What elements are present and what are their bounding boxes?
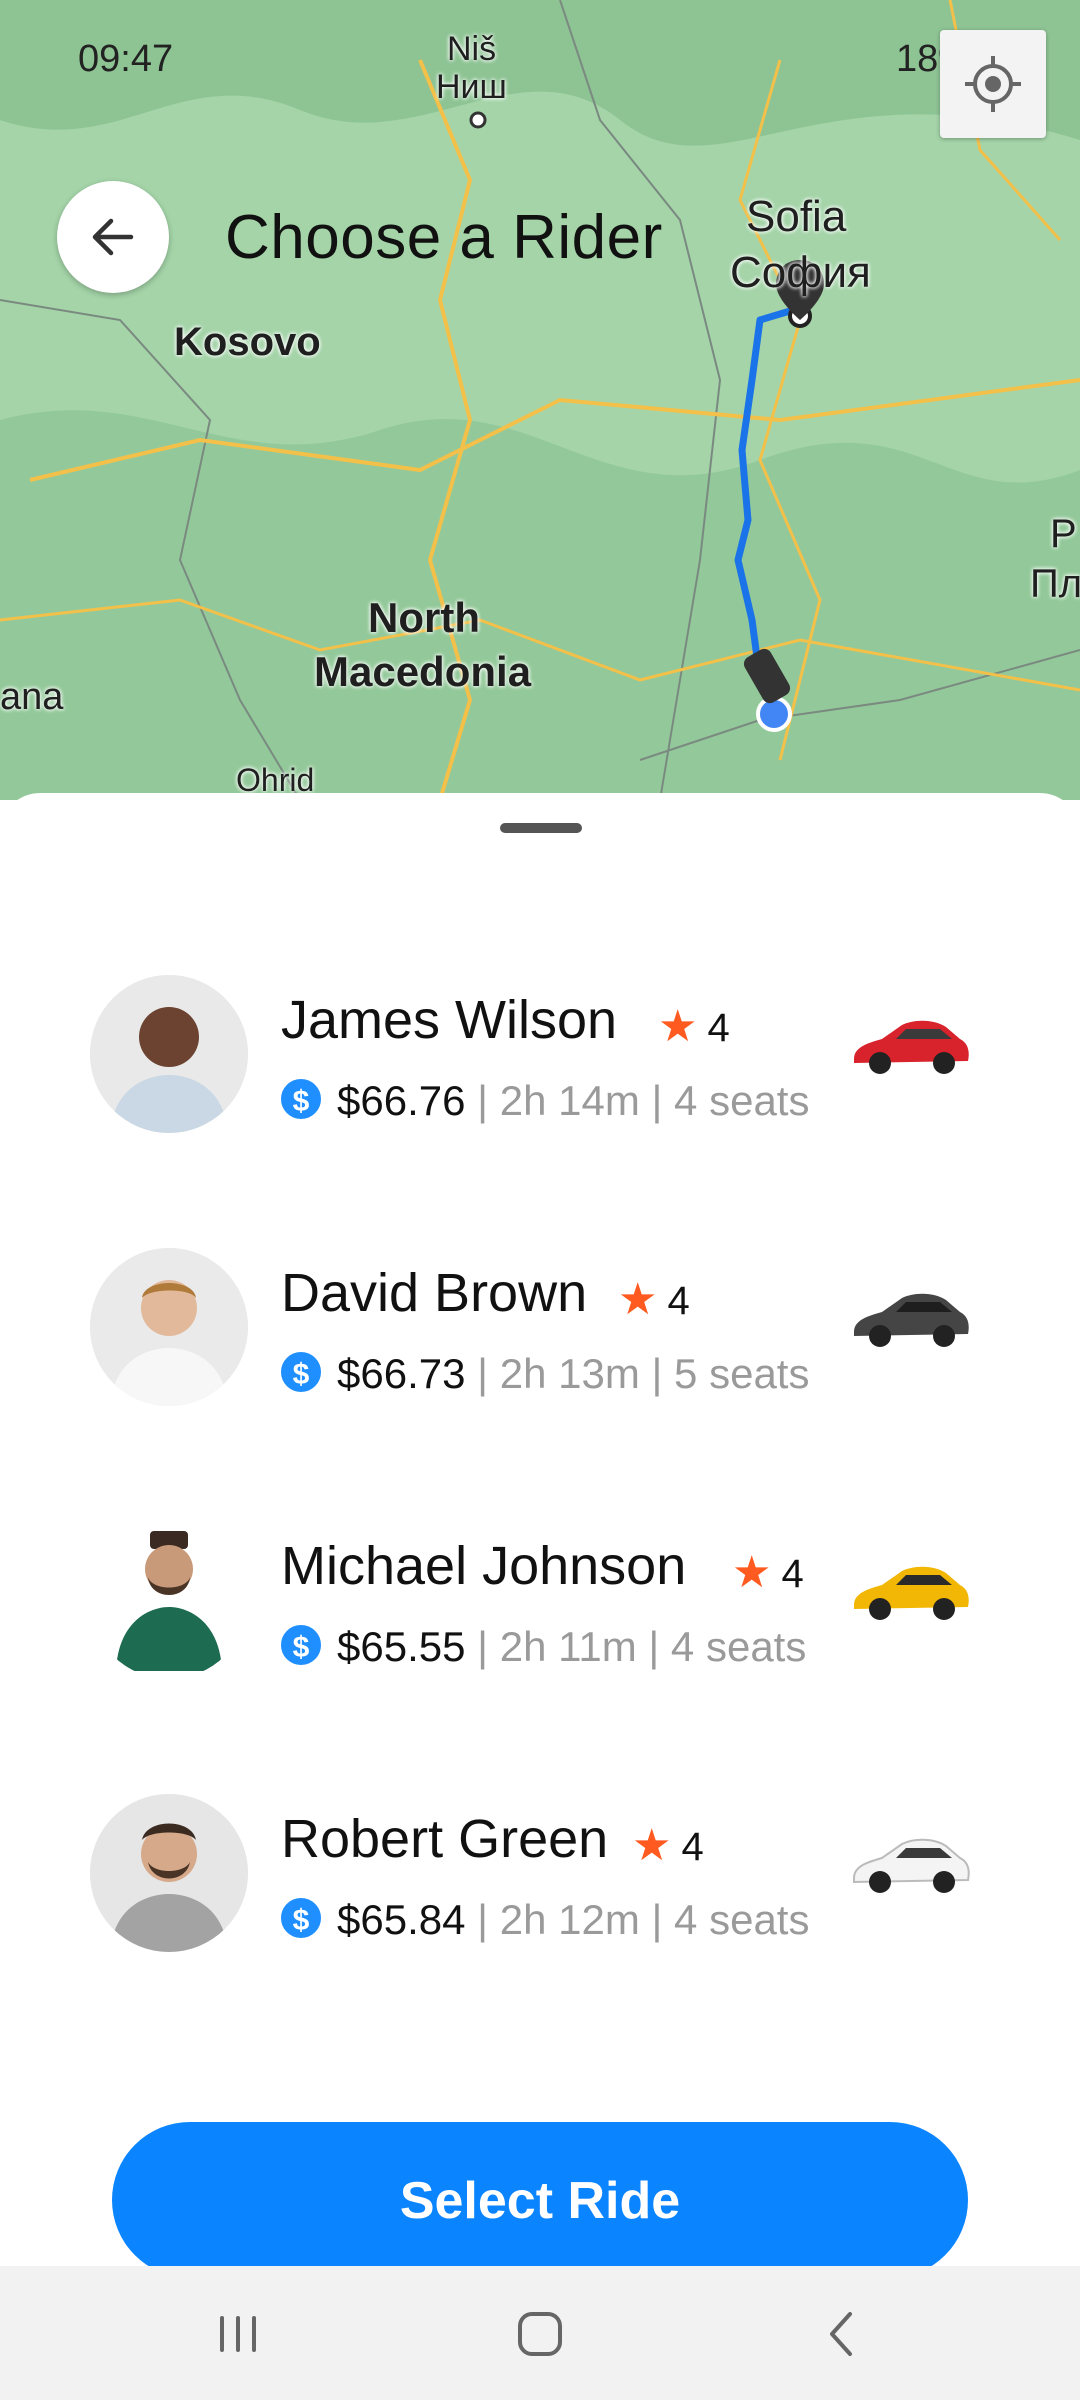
ride-info: $ $66.73 | 2h 13m | 5 seats — [281, 1350, 809, 1398]
rating-value: 4 — [667, 1279, 690, 1323]
rider-rating: ★ 4 — [618, 1274, 690, 1325]
ride-price: $66.73 — [337, 1350, 466, 1397]
ride-info: $ $66.76 | 2h 14m | 4 seats — [281, 1077, 809, 1125]
rider-card-robert-green[interactable]: Robert Green ★ 4 $ $65.84 | 2h 12m | 4 sea… — [0, 1794, 1080, 1994]
dollar-icon: $ — [281, 1079, 321, 1119]
star-icon: ★ — [632, 1821, 672, 1870]
map-label-sofia-cyrillic: София — [730, 248, 871, 297]
status-bar: 09:47 18% — [0, 32, 1080, 88]
home-icon — [518, 2312, 562, 2356]
select-ride-button[interactable]: Select Ride — [112, 2122, 968, 2278]
ride-info: $ $65.84 | 2h 12m | 4 seats — [281, 1896, 809, 1944]
arrow-left-icon — [92, 218, 134, 256]
car-icon — [854, 1293, 969, 1347]
map-label-sofia: Sofia — [746, 192, 847, 241]
map-label-north: North — [368, 594, 480, 641]
map-background — [0, 0, 1080, 800]
dollar-icon: $ — [281, 1352, 321, 1392]
avatar — [90, 975, 248, 1133]
ride-meta: | 2h 11m | 4 seats — [465, 1623, 807, 1670]
map-label-p: P — [1050, 512, 1077, 556]
ride-info: $ $65.55 | 2h 11m | 4 seats — [281, 1623, 806, 1671]
page-title: Choose a Rider — [225, 203, 663, 272]
system-nav-bar — [0, 2266, 1080, 2400]
crosshair-icon — [965, 56, 1021, 112]
nav-back-button[interactable] — [762, 2266, 922, 2400]
ride-meta: | 2h 12m | 4 seats — [465, 1896, 810, 1943]
star-icon: ★ — [658, 1002, 698, 1051]
recents-icon — [220, 2316, 256, 2352]
ride-price: $66.76 — [337, 1077, 466, 1124]
rider-rating: ★ 4 — [658, 1001, 730, 1052]
ride-meta: | 2h 13m | 5 seats — [465, 1350, 810, 1397]
avatar — [90, 1794, 248, 1952]
rider-name: Michael Johnson — [281, 1536, 687, 1596]
ride-price: $65.84 — [337, 1896, 466, 1943]
status-time: 09:47 — [78, 38, 174, 80]
nav-home-button[interactable] — [460, 2266, 620, 2400]
map-label-macedonia: Macedonia — [314, 648, 532, 695]
car-icon — [854, 1566, 969, 1620]
ride-price: $65.55 — [337, 1623, 466, 1670]
rider-name: David Brown — [281, 1263, 588, 1323]
rider-rating: ★ 4 — [632, 1820, 704, 1871]
rider-name: James Wilson — [281, 990, 618, 1050]
map-label-ana: ana — [0, 676, 64, 718]
back-chevron-icon — [830, 2312, 852, 2356]
car-icon — [853, 1838, 970, 1893]
dollar-icon: $ — [281, 1625, 321, 1665]
car-icon — [854, 1020, 969, 1074]
nav-recents-button[interactable] — [158, 2266, 318, 2400]
ride-meta: | 2h 14m | 4 seats — [465, 1077, 810, 1124]
star-icon: ★ — [618, 1275, 658, 1324]
avatar — [90, 1248, 248, 1406]
map-label-kosovo: Kosovo — [174, 320, 321, 364]
rating-value: 4 — [781, 1552, 804, 1596]
rating-value: 4 — [681, 1825, 704, 1869]
rider-card-michael-johnson[interactable]: Michael Johnson ★ 4 $ $65.55 | 2h 11m | 4 … — [0, 1521, 1080, 1721]
rider-rating: ★ 4 — [732, 1547, 804, 1598]
rider-name: Robert Green — [281, 1809, 609, 1869]
star-icon: ★ — [732, 1548, 772, 1597]
rider-sheet: James Wilson ★ 4 $ $66.76 | 2h 14m | 4 sea… — [0, 793, 1080, 2265]
dollar-icon: $ — [281, 1898, 321, 1938]
map-view[interactable]: Niš Ниш Sofia София Kosovo North Macedon… — [0, 0, 1080, 800]
back-button[interactable] — [57, 181, 169, 293]
rating-value: 4 — [707, 1006, 730, 1050]
avatar — [90, 1521, 248, 1679]
rider-card-james-wilson[interactable]: James Wilson ★ 4 $ $66.76 | 2h 14m | 4 sea… — [0, 975, 1080, 1175]
my-location-button[interactable] — [940, 30, 1046, 138]
rider-card-david-brown[interactable]: David Brown ★ 4 $ $66.73 | 2h 13m | 5 seat… — [0, 1248, 1080, 1448]
map-label-pl: Пл — [1030, 562, 1080, 606]
sheet-drag-handle[interactable] — [500, 823, 582, 833]
